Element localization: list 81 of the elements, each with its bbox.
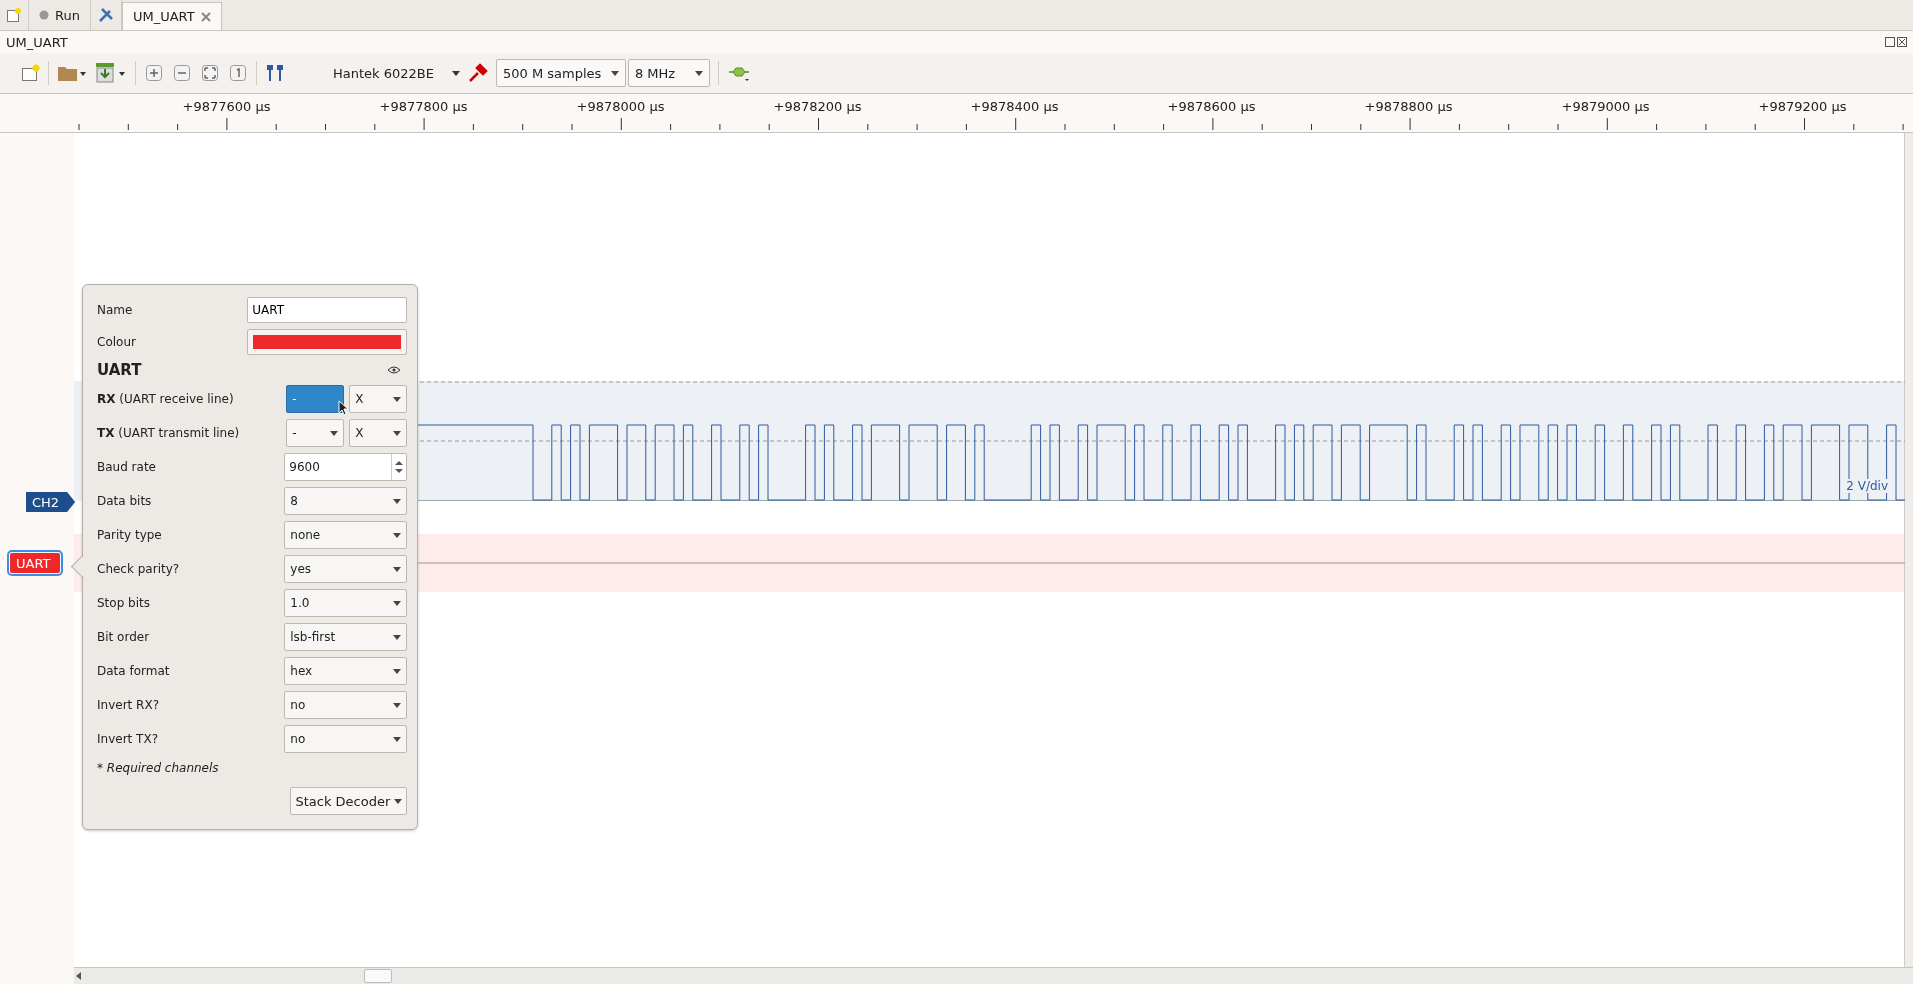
time-label: +9878000 µs [575,99,666,114]
option-select[interactable]: yes [284,555,408,583]
vertical-scrollbar[interactable] [1904,133,1913,967]
samplerate-select[interactable]: 8 MHz [627,59,710,87]
channel-select[interactable]: - [286,419,345,447]
trigger-select[interactable]: X [349,385,408,413]
time-label: +9879200 µs [1757,99,1848,114]
zoom-fit-icon[interactable] [200,63,220,83]
name-field[interactable]: UART [247,297,408,323]
option-select[interactable]: 8 [284,487,408,515]
field-label: Colour [97,335,137,349]
field-label: Name [97,303,134,317]
circle-icon [39,10,49,20]
dropdown-caret-icon [393,566,402,572]
zoom-out-icon[interactable] [172,63,192,83]
time-label: +9879000 µs [1560,99,1651,114]
channel-label: TX (UART transmit line) [97,426,240,440]
dropdown-caret-icon [393,736,402,742]
option-select[interactable]: lsb-first [284,623,408,651]
dropdown-caret-icon [610,70,619,76]
new-session-icon[interactable] [6,7,22,23]
save-icon[interactable] [95,62,127,84]
session-tab[interactable]: Run [29,0,91,30]
time-label: +9878800 µs [1363,99,1454,114]
dropdown-caret-icon [393,430,402,436]
option-label: Data format [97,664,171,678]
dropdown-caret-icon [393,498,402,504]
option-select[interactable]: no [284,691,408,719]
window-title: UM_UART [6,34,68,50]
option-label: Bit order [97,630,151,644]
close-icon[interactable] [200,11,211,22]
stack-decoder-button[interactable]: Stack Decoder [290,787,408,815]
dropdown-caret-icon [393,600,402,606]
required-note: * Required channels [97,760,220,777]
option-label: Check parity? [97,562,181,576]
time-label: +9878200 µs [772,99,863,114]
eye-icon[interactable] [387,366,402,374]
spin-arrows-icon[interactable] [395,460,404,474]
trigger-select[interactable]: X [349,419,408,447]
decoder-heading: UART [97,361,143,379]
option-label: Baud rate [97,460,157,474]
dropdown-caret-icon [694,70,703,76]
samples-select[interactable]: 500 M samples [495,59,626,87]
trace-label[interactable]: UART [10,553,61,573]
time-label: +9877800 µs [378,99,469,114]
trace-label[interactable]: CH2 [26,492,76,512]
dropdown-caret-icon [393,532,402,538]
channel-label: RX (UART receive line) [97,392,235,406]
dropdown-caret-icon [393,396,402,402]
new-session-icon[interactable] [20,63,40,83]
scale-label: 2 V/div [1846,479,1888,493]
dropdown-caret-icon [394,798,403,804]
scroll-left-icon[interactable] [74,971,84,981]
option-select[interactable]: none [284,521,408,549]
zoom-in-icon[interactable] [144,63,164,83]
option-label: Data bits [97,494,153,508]
option-label: Stop bits [97,596,151,610]
dropdown-caret-icon [393,668,402,674]
option-select[interactable]: no [284,725,408,753]
scrollbar-thumb[interactable] [364,969,392,983]
dropdown-caret-icon [451,70,460,76]
cursors-icon[interactable] [265,63,285,83]
dropdown-caret-icon [393,702,402,708]
time-label: +9878600 µs [1166,99,1257,114]
device-name[interactable]: Hantek 6022BE [293,65,444,81]
time-label: +9878400 µs [969,99,1060,114]
float-close-icons[interactable] [1885,37,1907,47]
option-label: Invert RX? [97,698,160,712]
session-tab[interactable]: UM_UART [121,2,222,30]
option-select[interactable]: 1.0 [284,589,408,617]
option-label: Invert TX? [97,732,159,746]
baud-rate-spinbox[interactable]: 9600 [284,453,408,481]
dropdown-caret-icon [330,430,339,436]
option-select[interactable]: hex [284,657,408,685]
time-label: +9877600 µs [181,99,272,114]
horizontal-scrollbar[interactable] [74,967,1913,984]
option-label: Parity type [97,528,163,542]
colour-picker[interactable] [247,329,408,355]
mouse-pointer-icon [338,400,350,416]
zoom-one-icon[interactable] [228,63,248,83]
dropdown-caret-icon [393,634,402,640]
